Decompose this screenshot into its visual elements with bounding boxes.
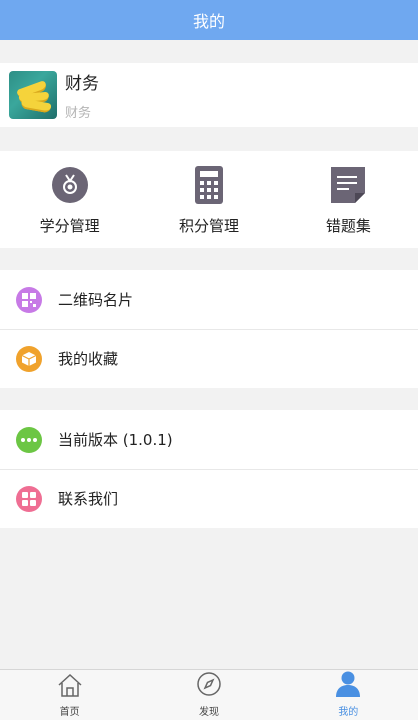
- grid-item-points-management[interactable]: 积分管理: [139, 151, 278, 248]
- profile-name: 财务: [65, 74, 99, 94]
- menu-item-label: 我的收藏: [58, 350, 119, 368]
- menu-item-qr-card[interactable]: 二维码名片: [0, 270, 418, 329]
- menu-item-label: 联系我们: [58, 490, 119, 508]
- person-icon: [336, 671, 361, 701]
- top-nav-bar: 我的: [0, 0, 418, 40]
- tab-home[interactable]: 首页: [0, 670, 139, 720]
- grid-label: 学分管理: [39, 217, 100, 235]
- tab-discover[interactable]: 发现: [139, 670, 278, 720]
- qr-code-icon: [16, 286, 42, 313]
- menu-item-label: 当前版本 (1.0.1): [58, 431, 173, 449]
- grid-icon: [16, 485, 42, 512]
- avatar[interactable]: [9, 71, 57, 119]
- menu-item-label: 二维码名片: [58, 291, 134, 309]
- more-dots-icon: [16, 426, 42, 453]
- grid-label: 错题集: [325, 217, 371, 235]
- page-title: 我的: [192, 12, 225, 31]
- grid-label: 积分管理: [178, 217, 239, 235]
- compass-icon: [196, 671, 222, 701]
- home-icon: [57, 673, 83, 701]
- bottom-tab-bar: 首页 发现 我的: [0, 669, 418, 720]
- grid-item-wrong-questions[interactable]: 错题集: [279, 151, 418, 248]
- grid-item-credit-management[interactable]: 学分管理: [0, 151, 139, 248]
- medal-icon: [50, 165, 90, 205]
- calculator-icon: [189, 165, 229, 205]
- box-icon: [16, 345, 42, 372]
- menu-item-contact-us[interactable]: 联系我们: [0, 469, 418, 528]
- menu-group-1: 二维码名片 我的收藏: [0, 270, 418, 388]
- tab-mine[interactable]: 我的: [279, 670, 418, 720]
- tab-label: 首页: [59, 707, 80, 718]
- profile-subtitle: 财务: [65, 106, 92, 121]
- menu-group-2: 当前版本 (1.0.1) 联系我们: [0, 410, 418, 528]
- document-icon: [328, 165, 368, 205]
- feature-grid: 学分管理 积分管理 错题集: [0, 151, 418, 248]
- menu-item-version[interactable]: 当前版本 (1.0.1): [0, 410, 418, 469]
- tab-label: 我的: [338, 707, 359, 718]
- tab-label: 发现: [198, 707, 219, 718]
- menu-item-favorites[interactable]: 我的收藏: [0, 329, 418, 388]
- profile-card[interactable]: 财务 财务: [0, 63, 418, 127]
